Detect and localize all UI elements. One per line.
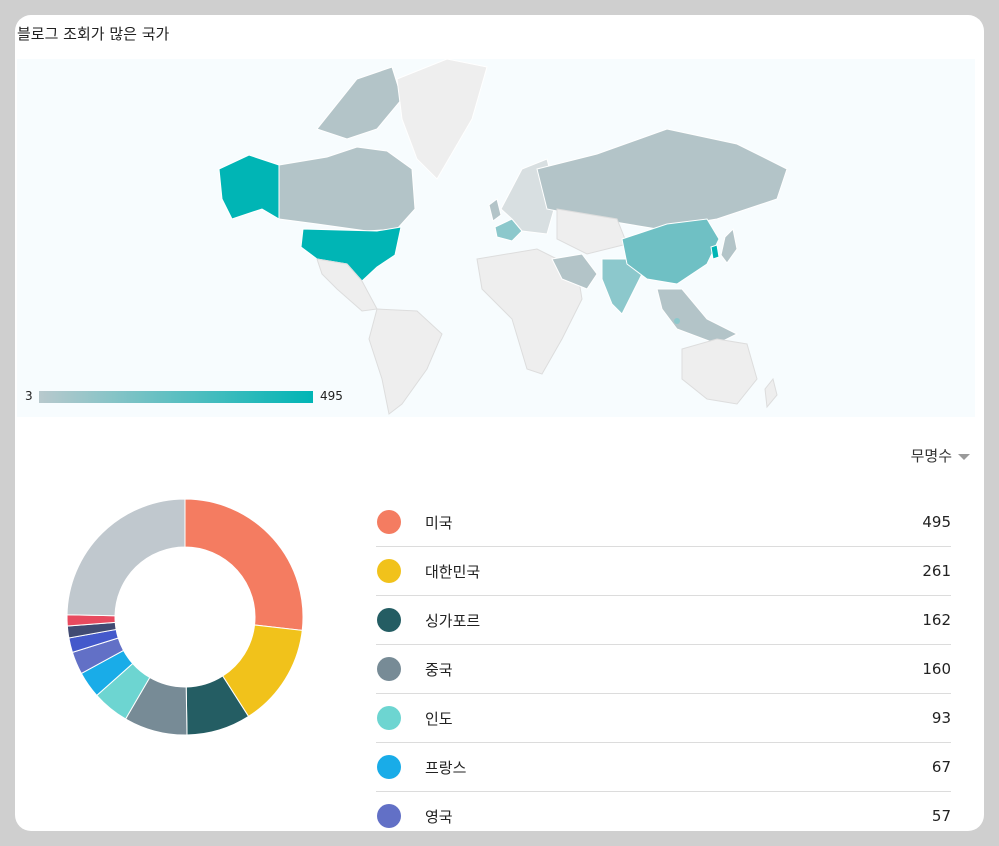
country-name: 싱가포르 xyxy=(425,611,481,630)
country-name: 영국 xyxy=(425,807,453,826)
country-row[interactable]: 인도 93 xyxy=(376,694,951,743)
map-country-canada-islands xyxy=(316,66,403,140)
map-country-australia xyxy=(681,338,758,405)
country-row[interactable]: 미국 495 xyxy=(376,498,951,547)
country-value: 162 xyxy=(922,611,951,629)
country-name: 미국 xyxy=(425,513,453,532)
map-continent-south-america xyxy=(368,308,443,415)
metric-dropdown-label: 무명수 xyxy=(910,447,952,465)
country-row[interactable]: 싱가포르 162 xyxy=(376,596,951,645)
map-country-uk xyxy=(488,198,502,222)
country-row[interactable]: 중국 160 xyxy=(376,645,951,694)
country-value: 160 xyxy=(922,660,951,678)
map-country-south-korea xyxy=(710,244,720,260)
country-donut-chart[interactable] xyxy=(65,497,305,737)
world-map-svg xyxy=(218,59,788,415)
legend-color-dot xyxy=(377,706,401,730)
map-legend-max: 495 xyxy=(320,389,343,403)
country-name: 대한민국 xyxy=(425,562,481,581)
map-legend-min: 3 xyxy=(25,389,33,403)
map-country-greenland xyxy=(396,59,488,180)
country-row[interactable]: 영국 57 xyxy=(376,792,951,831)
country-value: 261 xyxy=(922,562,951,580)
donut-slice-미국[interactable] xyxy=(184,498,304,631)
map-region-southeast-asia xyxy=(656,288,739,345)
top-countries-card: 블로그 조회가 많은 국가 3 495 무명수 미국 495 대한민국 261 … xyxy=(15,15,984,831)
world-map[interactable]: 3 495 xyxy=(17,59,975,417)
country-value: 495 xyxy=(922,513,951,531)
country-value: 57 xyxy=(931,807,951,825)
map-country-canada xyxy=(278,146,416,232)
map-country-usa-alaska xyxy=(218,154,280,220)
map-country-japan xyxy=(720,227,738,264)
legend-color-dot xyxy=(377,559,401,583)
caret-down-icon xyxy=(958,453,970,460)
metric-dropdown[interactable]: 무명수 xyxy=(911,445,970,466)
legend-color-dot xyxy=(377,608,401,632)
donut-slice-other-10[interactable] xyxy=(66,498,186,617)
country-name: 프랑스 xyxy=(425,758,467,777)
country-list: 미국 495 대한민국 261 싱가포르 162 중국 160 인도 93 프랑스 67 영국 57 xyxy=(376,498,951,831)
country-row[interactable]: 대한민국 261 xyxy=(376,547,951,596)
legend-color-dot xyxy=(377,657,401,681)
map-country-singapore xyxy=(674,318,680,324)
map-legend-gradient xyxy=(39,391,313,403)
country-name: 인도 xyxy=(425,709,453,728)
country-name: 중국 xyxy=(425,660,453,679)
map-country-new-zealand xyxy=(764,377,778,409)
legend-color-dot xyxy=(377,755,401,779)
card-title: 블로그 조회가 많은 국가 xyxy=(17,25,170,43)
legend-color-dot xyxy=(377,804,401,828)
country-value: 67 xyxy=(931,758,951,776)
country-row[interactable]: 프랑스 67 xyxy=(376,743,951,792)
legend-color-dot xyxy=(377,510,401,534)
country-value: 93 xyxy=(931,709,951,727)
